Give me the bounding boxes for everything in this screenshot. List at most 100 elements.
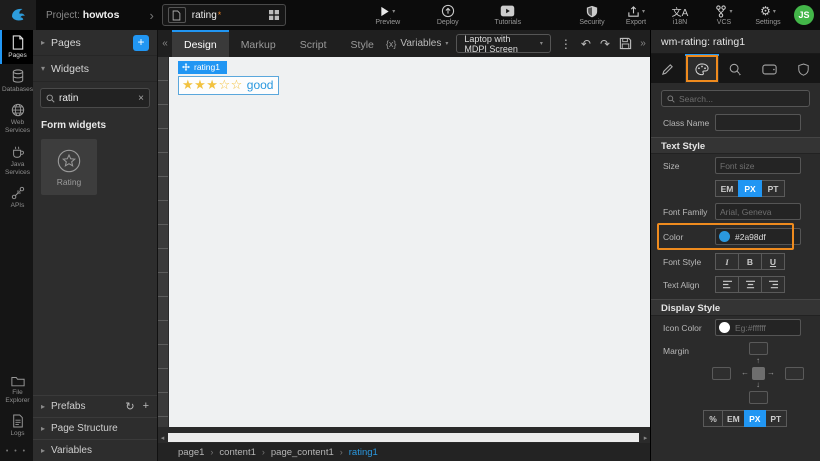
tab-script[interactable]: Script xyxy=(288,30,339,57)
tab-style[interactable]: Style xyxy=(339,30,386,57)
scroll-left-icon[interactable]: ◂ xyxy=(158,434,167,442)
clear-search-icon[interactable]: × xyxy=(138,93,144,104)
icon-color-placeholder: Eg:#ffffff xyxy=(735,323,766,333)
export-icon xyxy=(627,5,640,18)
i18n-button[interactable]: 文A i18N xyxy=(662,4,698,26)
topbar-utilities: Security ▾ Export 文A i18N ▾ VCS ⚙▾ Setti… xyxy=(574,4,820,26)
variables-accordion[interactable]: ▸ Variables xyxy=(33,439,157,461)
add-page-button[interactable]: + xyxy=(133,35,149,51)
user-avatar[interactable]: JS xyxy=(794,5,814,25)
class-name-input[interactable] xyxy=(715,114,801,131)
play-icon xyxy=(380,6,390,17)
tab-device[interactable] xyxy=(752,54,786,83)
align-left-button[interactable] xyxy=(715,276,739,293)
rail-item-pages[interactable]: Pages xyxy=(0,30,33,64)
icon-color-input[interactable]: Eg:#ffffff xyxy=(715,319,801,336)
more-options-icon[interactable]: ⋮ xyxy=(560,37,572,51)
property-search-box xyxy=(661,90,810,107)
tab-properties[interactable] xyxy=(651,54,685,83)
rail-item-web-services[interactable]: Web Services xyxy=(0,98,33,139)
refresh-icon[interactable]: ↻ xyxy=(125,400,134,413)
redo-icon[interactable]: ↷ xyxy=(600,37,610,51)
unit-pt-button[interactable]: PT xyxy=(761,180,785,197)
color-swatch[interactable] xyxy=(719,231,730,242)
widgets-accordion[interactable]: ▾ Widgets xyxy=(33,56,157,82)
rail-overflow-dots[interactable]: • • • xyxy=(0,442,33,461)
vcs-button[interactable]: ▾ VCS xyxy=(706,4,742,26)
rail-item-databases[interactable]: Databases xyxy=(0,64,33,98)
scroll-right-icon[interactable]: ▸ xyxy=(641,434,650,442)
unit-px-button[interactable]: PX xyxy=(738,180,762,197)
save-icon[interactable] xyxy=(619,37,632,50)
pages-accordion[interactable]: ▸ Pages + xyxy=(33,30,157,56)
device-selector[interactable]: Laptop with MDPI Screen ▾ xyxy=(456,34,551,53)
property-search-input[interactable] xyxy=(679,94,804,104)
margin-left-input[interactable] xyxy=(712,367,731,380)
breadcrumb-rating1[interactable]: rating1 xyxy=(349,447,378,458)
tab-design[interactable]: Design xyxy=(172,30,229,57)
rail-item-file-explorer[interactable]: File Explorer xyxy=(0,370,33,409)
move-icon xyxy=(182,63,190,71)
security-button[interactable]: Security xyxy=(574,4,610,26)
variables-button[interactable]: {x} Variables ▾ xyxy=(386,38,448,49)
rating-widget-tile[interactable]: Rating xyxy=(41,139,97,195)
tutorials-button[interactable]: Tutorials xyxy=(490,4,526,26)
export-button[interactable]: ▾ Export xyxy=(618,4,654,26)
settings-button[interactable]: ⚙▾ Settings xyxy=(750,4,786,26)
rating-widget-body[interactable]: ★★★☆☆ good xyxy=(178,76,279,95)
bold-button[interactable]: B xyxy=(738,253,762,270)
underline-button[interactable]: U xyxy=(761,253,785,270)
tab-markup[interactable]: Markup xyxy=(229,30,288,57)
scrollbar-track[interactable] xyxy=(167,432,641,443)
font-size-input[interactable] xyxy=(715,157,801,174)
italic-button[interactable]: I xyxy=(715,253,739,270)
page-grid-icon[interactable] xyxy=(268,9,280,21)
breadcrumb-page-content1[interactable]: page_content1 xyxy=(271,447,334,458)
undo-icon[interactable]: ↶ xyxy=(581,37,591,51)
add-prefab-icon[interactable]: + xyxy=(143,400,149,413)
rating-widget-on-canvas[interactable]: rating1 ★★★☆☆ good xyxy=(178,58,279,95)
wavemaker-logo[interactable] xyxy=(0,0,36,30)
rating-caption: good xyxy=(247,78,274,92)
page-structure-accordion[interactable]: ▸ Page Structure xyxy=(33,417,157,439)
collapse-left-panel-button[interactable]: « xyxy=(158,38,172,49)
prefabs-accordion[interactable]: ▸ Prefabs ↻ + xyxy=(33,395,157,417)
collapse-right-panel-button[interactable]: » xyxy=(636,38,650,49)
unit-em-button[interactable]: EM xyxy=(715,180,739,197)
margin-cross-icon: ↑ ← → ↓ xyxy=(740,358,776,388)
tab-events[interactable] xyxy=(719,54,753,83)
breadcrumb-page1[interactable]: page1 xyxy=(178,447,204,458)
margin-top-input[interactable] xyxy=(749,342,768,355)
rail-item-java-services[interactable]: Java Services xyxy=(0,140,33,181)
unit-percent-button[interactable]: % xyxy=(703,410,723,427)
deploy-button[interactable]: Deploy xyxy=(430,4,466,26)
icon-color-swatch[interactable] xyxy=(719,322,730,333)
scrollbar-thumb[interactable] xyxy=(168,433,639,442)
icon-color-row: Icon Color Eg:#ffffff xyxy=(651,316,820,339)
rating-stars[interactable]: ★★★☆☆ xyxy=(182,77,243,93)
align-center-button[interactable] xyxy=(738,276,762,293)
design-canvas[interactable]: rating1 ★★★☆☆ good xyxy=(158,57,650,427)
widget-search-input[interactable] xyxy=(59,93,135,104)
unit-em-button[interactable]: EM xyxy=(722,410,745,427)
margin-bottom-input[interactable] xyxy=(749,391,768,404)
tab-style[interactable] xyxy=(685,54,719,83)
page-file-icon[interactable] xyxy=(168,7,186,23)
preview-button[interactable]: ▾ Preview xyxy=(370,4,406,26)
font-family-input[interactable] xyxy=(715,203,801,220)
rail-item-apis[interactable]: APIs xyxy=(0,181,33,214)
text-align-row: Text Align xyxy=(651,273,820,296)
horizontal-scrollbar[interactable]: ◂ ▸ xyxy=(158,432,650,443)
breadcrumb-content1[interactable]: content1 xyxy=(219,447,255,458)
color-input[interactable]: #2a98df xyxy=(715,228,801,245)
gear-icon: ⚙ xyxy=(760,5,771,17)
unit-pt-button[interactable]: PT xyxy=(765,410,787,427)
rail-item-logs[interactable]: Logs xyxy=(0,409,33,442)
tab-security[interactable] xyxy=(786,54,820,83)
margin-right-input[interactable] xyxy=(785,367,804,380)
open-page-tab[interactable]: rating * xyxy=(162,4,286,26)
unit-px-button[interactable]: PX xyxy=(744,410,766,427)
selected-widget-tag[interactable]: rating1 xyxy=(178,61,227,74)
align-right-button[interactable] xyxy=(761,276,785,293)
tri-down-icon: ▾ xyxy=(41,64,45,73)
